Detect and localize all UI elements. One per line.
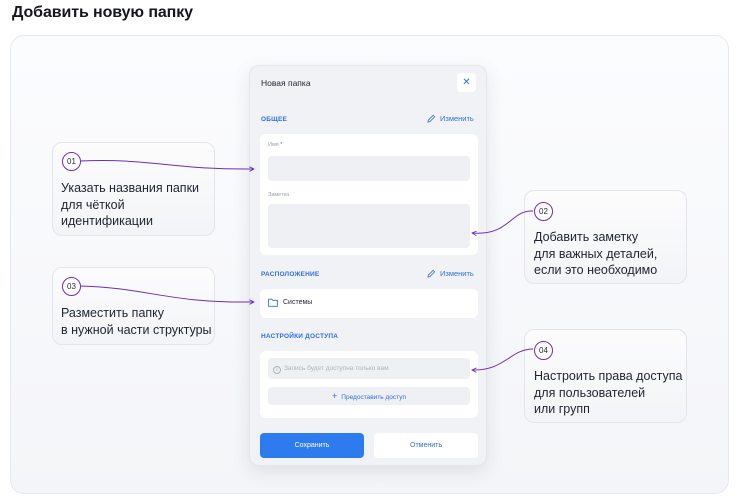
connector-03 (79, 285, 254, 302)
connector-02 (472, 210, 534, 233)
connector-04 (472, 348, 534, 370)
connector-01 (79, 160, 254, 170)
connector-lines (79, 160, 534, 500)
